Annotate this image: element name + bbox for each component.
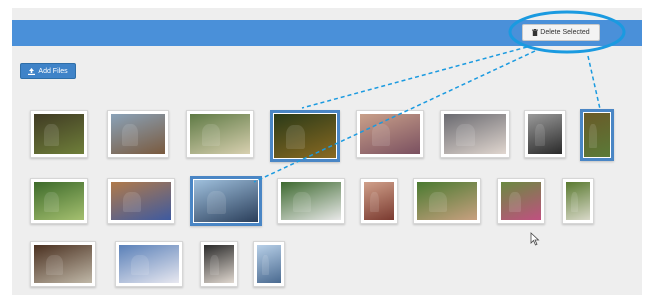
photo-thumbnail[interactable] (360, 178, 398, 224)
photo-image (566, 182, 590, 220)
photo-thumbnail[interactable] (186, 110, 254, 158)
photo-image (34, 182, 84, 220)
photo-image (190, 114, 250, 154)
delete-selected-button[interactable]: Delete Selected (522, 24, 600, 41)
photo-image (111, 182, 171, 220)
photo-image (111, 114, 165, 154)
photo-thumbnail[interactable] (524, 110, 566, 158)
photo-image (528, 114, 562, 154)
delete-selected-label: Delete Selected (540, 29, 590, 36)
upload-icon (28, 67, 36, 75)
photo-thumbnail[interactable] (356, 110, 424, 158)
photo-thumbnail[interactable] (30, 110, 88, 158)
photo-thumbnail[interactable] (115, 241, 183, 287)
photo-image (119, 245, 179, 283)
photo-image (444, 114, 506, 154)
photo-image (417, 182, 477, 220)
photo-thumbnail[interactable] (497, 178, 545, 224)
photo-image (281, 182, 341, 220)
photo-image (360, 114, 420, 154)
photo-thumbnail[interactable] (30, 241, 96, 287)
add-files-label: Add Files (38, 67, 68, 75)
photo-thumbnail[interactable] (200, 241, 238, 287)
photo-image (274, 114, 336, 158)
photo-thumbnail-selected[interactable] (580, 109, 614, 161)
photo-image (364, 182, 394, 220)
photo-image (257, 245, 281, 283)
photo-thumbnail-selected[interactable] (190, 176, 262, 226)
photo-thumbnail[interactable] (440, 110, 510, 158)
photo-image (34, 245, 92, 283)
photo-thumbnail[interactable] (30, 178, 88, 224)
photo-thumbnail[interactable] (413, 178, 481, 224)
photo-image (204, 245, 234, 283)
trash-icon (532, 29, 539, 36)
photo-image (584, 113, 610, 157)
photo-thumbnail[interactable] (277, 178, 345, 224)
photo-thumbnail[interactable] (562, 178, 594, 224)
photo-thumbnail[interactable] (107, 178, 175, 224)
photo-image (34, 114, 84, 154)
mouse-cursor-icon (530, 232, 540, 246)
add-files-button[interactable]: Add Files (20, 63, 76, 79)
photo-thumbnail[interactable] (253, 241, 285, 287)
photo-thumbnail[interactable] (107, 110, 169, 158)
photo-thumbnail-selected[interactable] (270, 110, 340, 162)
photo-image (501, 182, 541, 220)
photo-image (194, 180, 258, 222)
